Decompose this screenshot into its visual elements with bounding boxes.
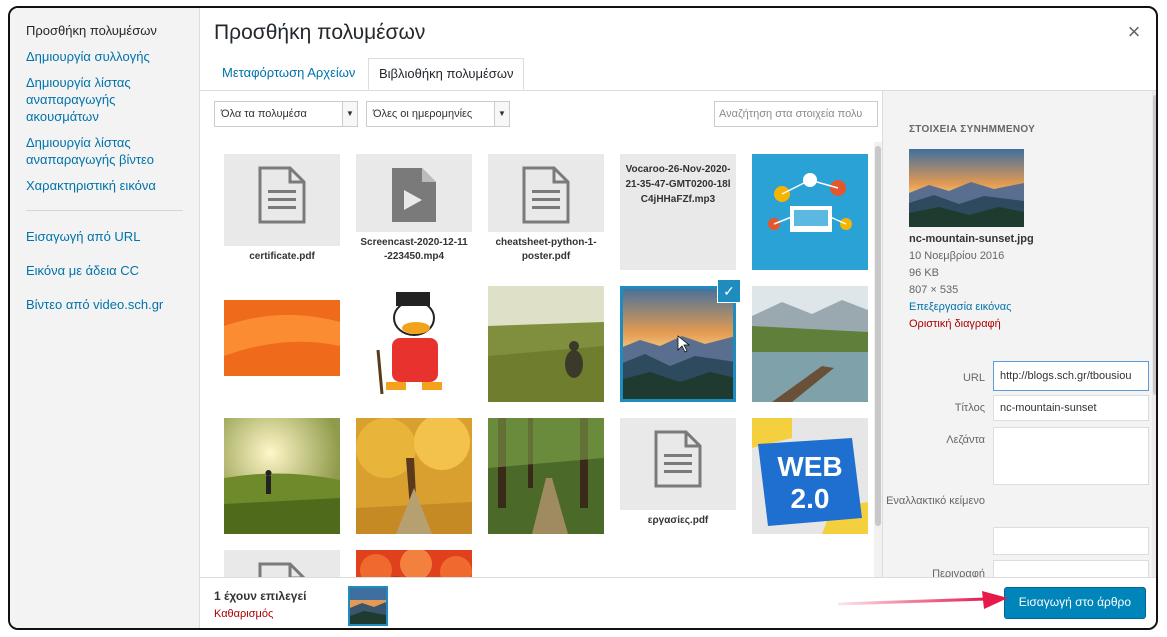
attachment-thumbnail: [488, 286, 604, 402]
edit-image-link[interactable]: Επεξεργασία εικόνας: [909, 301, 1011, 313]
alt-text-field[interactable]: [993, 527, 1149, 555]
checkmark-icon[interactable]: ✓: [718, 280, 740, 302]
menu-item-add-media[interactable]: Προσθήκη πολυμέσων: [10, 18, 199, 44]
filter-type-select[interactable]: Όλα τα πολυμέσα ▼: [214, 101, 358, 127]
attachment-thumbnail: [224, 418, 340, 534]
attachment-thumbnail: [752, 286, 868, 402]
attachment-tile[interactable]: [224, 286, 340, 402]
filter-type-value: Όλα τα πολυμέσα: [221, 108, 307, 120]
modal-title: Προσθήκη πολυμέσων: [214, 21, 426, 44]
attachment-thumbnail: [752, 154, 868, 270]
grid-scrollbar[interactable]: [874, 142, 882, 582]
attachment-filename: Screencast-2020-12-11-223450.mp4: [356, 232, 472, 270]
tab-media-library[interactable]: Βιβλιοθήκη πολυμέσων: [368, 58, 525, 90]
caption-label: Λεζάντα: [946, 434, 985, 446]
attachment-tile[interactable]: [752, 154, 868, 270]
media-menu: Προσθήκη πολυμέσων Δημιουργία συλλογής Δ…: [10, 8, 200, 628]
menu-separator: [26, 210, 183, 211]
url-label: URL: [962, 372, 985, 384]
attachment-tile[interactable]: certificate.pdf: [224, 154, 340, 270]
menu-item-video-sch[interactable]: Βίντεο από video.sch.gr: [10, 292, 199, 318]
url-field[interactable]: http://blogs.sch.gr/tbousiou: [993, 361, 1149, 391]
attachment-tile[interactable]: [620, 286, 736, 402]
details-date: 10 Νοεμβρίου 2016: [909, 250, 1005, 262]
close-icon[interactable]: ×: [1122, 20, 1146, 44]
attachment-filename: certificate.pdf: [224, 246, 340, 270]
delete-permanently-link[interactable]: Οριστική διαγραφή: [909, 316, 1034, 333]
annotation-arrow-icon: [837, 591, 1008, 609]
scrollbar-thumb[interactable]: [875, 146, 881, 526]
router-tabs: Μεταφόρτωση Αρχείων Βιβλιοθήκη πολυμέσων: [200, 54, 1156, 91]
insert-into-post-button[interactable]: Εισαγωγή στο άρθρο: [1003, 587, 1146, 619]
attachment-tile[interactable]: [488, 286, 604, 402]
svg-text:2.0: 2.0: [791, 483, 830, 514]
scrollbar-thumb[interactable]: [1153, 95, 1156, 395]
details-heading: ΣΤΟΙΧΕΙΑ ΣΥΝΗΜΜΕΝΟΥ: [909, 124, 1036, 135]
svg-text:WEB: WEB: [777, 451, 842, 482]
attachment-thumbnail: [356, 418, 472, 534]
chevron-down-icon: ▼: [494, 102, 509, 126]
media-modal: Προσθήκη πολυμέσων Δημιουργία συλλογής Δ…: [8, 6, 1158, 630]
menu-item-cc-image[interactable]: Εικόνα με άδεια CC: [10, 258, 199, 284]
document-icon: [654, 430, 702, 488]
attachment-thumbnail: WEB2.0: [752, 418, 868, 534]
details-size: 96 KB: [909, 267, 939, 279]
tab-upload-files[interactable]: Μεταφόρτωση Αρχείων: [212, 58, 365, 90]
details-thumbnail: [909, 149, 1024, 227]
menu-item-create-gallery[interactable]: Δημιουργία συλλογής: [10, 44, 199, 70]
filter-date-select[interactable]: Όλες οι ημερομηνίες ▼: [366, 101, 510, 127]
attachment-tile[interactable]: [752, 286, 868, 402]
selection-count: 1 έχουν επιλεγεί: [214, 589, 307, 603]
document-icon: [522, 166, 570, 224]
attachment-tile[interactable]: [356, 418, 472, 534]
attachment-tile[interactable]: εργασίες.pdf: [620, 418, 736, 534]
attachment-filename: cheatsheet-python-1-poster.pdf: [488, 232, 604, 270]
title-label: Τίτλος: [954, 402, 985, 414]
attachment-thumbnail: [356, 286, 472, 402]
details-scrollbar[interactable]: [1152, 91, 1156, 583]
caption-field[interactable]: [993, 427, 1149, 485]
video-file-icon: [392, 168, 436, 222]
attachment-thumbnail: [488, 418, 604, 534]
attachment-tile[interactable]: Screencast-2020-12-11-223450.mp4: [356, 154, 472, 270]
menu-item-video-playlist[interactable]: Δημιουργία λίστας αναπαραγωγής βίντεο: [10, 130, 182, 173]
attachment-filename: Vocaroo-26-Nov-2020-21-35-47-GMT0200-18l…: [625, 164, 731, 205]
title-field[interactable]: nc-mountain-sunset: [993, 395, 1149, 421]
attachment-tile[interactable]: Vocaroo-26-Nov-2020-21-35-47-GMT0200-18l…: [620, 154, 736, 270]
attachments-grid: certificate.pdf Screencast-2020-12-11-223…: [200, 142, 872, 582]
details-meta: nc-mountain-sunset.jpg 10 Νοεμβρίου 2016…: [909, 231, 1034, 333]
menu-item-insert-from-url[interactable]: Εισαγωγή από URL: [10, 224, 199, 250]
document-icon: [258, 166, 306, 224]
attachment-tile[interactable]: WEB 2.0: [752, 418, 868, 534]
attachment-tile[interactable]: [224, 418, 340, 534]
menu-item-audio-playlist[interactable]: Δημιουργία λίστας αναπαραγωγής ακουσμάτω…: [10, 70, 172, 130]
alt-text-label: Εναλλακτικό κείμενο: [886, 495, 985, 507]
details-filename: nc-mountain-sunset.jpg: [909, 233, 1034, 245]
selected-thumbnail[interactable]: [348, 586, 388, 626]
attachment-details: ΣΤΟΙΧΕΙΑ ΣΥΝΗΜΜΕΝΟΥ nc-mountain-sunset.j…: [882, 91, 1156, 583]
attachment-tile[interactable]: [488, 418, 604, 534]
attachment-filename: εργασίες.pdf: [620, 510, 736, 534]
menu-item-featured-image[interactable]: Χαρακτηριστική εικόνα: [10, 173, 199, 199]
search-input[interactable]: Αναζήτηση στα στοιχεία πολυ: [714, 101, 878, 127]
attachment-tile[interactable]: cheatsheet-python-1-poster.pdf: [488, 154, 604, 270]
attachment-thumbnail: [224, 286, 340, 402]
filter-date-value: Όλες οι ημερομηνίες: [373, 108, 473, 120]
attachment-tile[interactable]: [356, 286, 472, 402]
media-toolbar: Όλα τα πολυμέσα ▼ Όλες οι ημερομηνίες ▼ …: [200, 91, 885, 141]
clear-selection-link[interactable]: Καθαρισμός: [214, 608, 273, 620]
attachment-thumbnail: [620, 286, 736, 402]
details-dimensions: 807 × 535: [909, 284, 959, 296]
chevron-down-icon: ▼: [342, 102, 357, 126]
